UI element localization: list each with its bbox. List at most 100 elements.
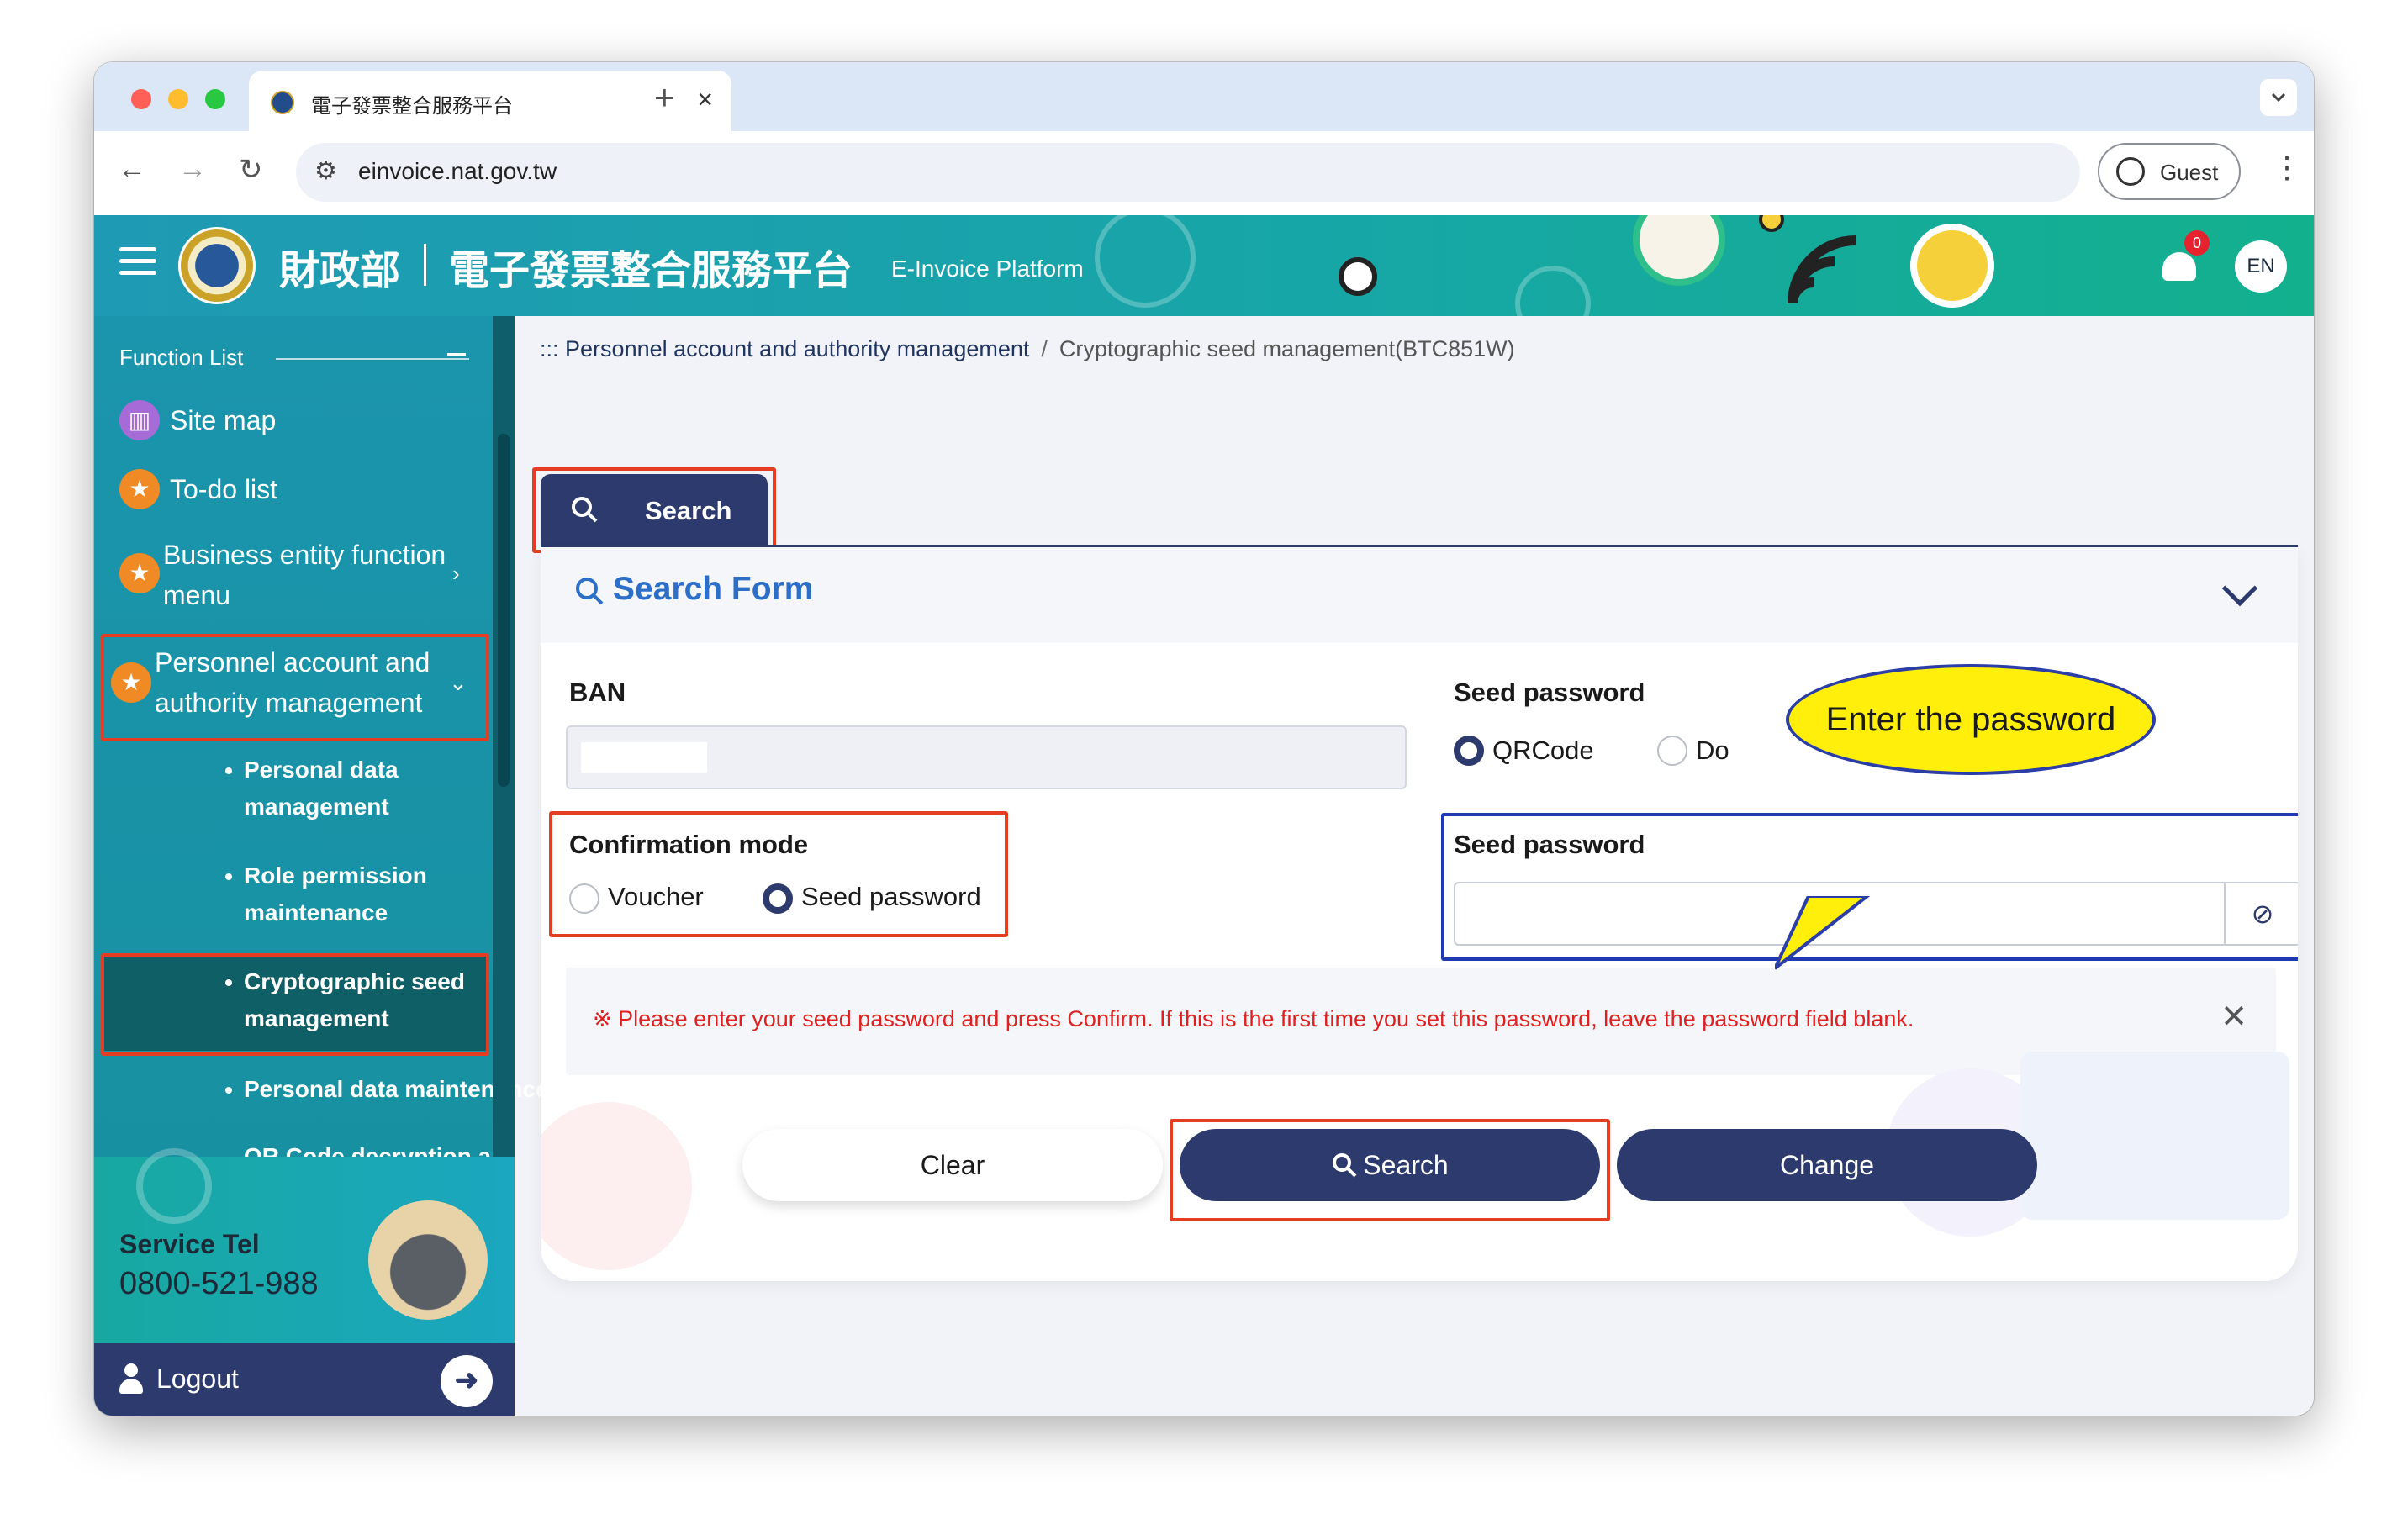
star-icon: ★	[119, 469, 160, 509]
wifi-decoration-icon	[1788, 235, 1856, 304]
sidebar: Function List ▥ Site map ★ To-do list ★ …	[94, 316, 549, 1416]
close-window-button[interactable]	[131, 89, 151, 109]
tab-search-dropdown[interactable]	[2260, 79, 2297, 116]
ministry-title: 財政部	[279, 249, 401, 293]
sidebar-item-label: Business entity function menu	[163, 540, 446, 610]
sidebar-subitem-qrcode[interactable]: QR Code decryption and	[244, 1138, 496, 1157]
service-tel-panel: Service Tel 0800-521-988	[94, 1148, 515, 1343]
highlight-box	[101, 634, 489, 741]
coin-decoration-icon	[1339, 257, 1377, 296]
sidebar-item-business-entity[interactable]: ★ Business entity function menu ›	[119, 535, 473, 615]
breadcrumb-prefix: :::	[540, 336, 559, 361]
highlight-box	[549, 811, 1008, 937]
ban-input[interactable]	[566, 725, 1407, 789]
sidebar-item-site-map[interactable]: ▥ Site map	[119, 400, 473, 440]
form-title: Search Form	[613, 571, 814, 607]
badge-decoration-icon	[1633, 215, 1725, 286]
close-icon[interactable]: ✕	[2221, 998, 2247, 1036]
clear-label: Clear	[920, 1150, 985, 1180]
sidebar-subitem-personal-data-maintenance[interactable]: Personal data maintenance	[225, 1071, 549, 1108]
subitem-label: QR Code decryption and	[244, 1143, 496, 1157]
highlight-box	[532, 467, 776, 553]
change-label: Change	[1779, 1150, 1875, 1180]
callout-text: Enter the password	[1825, 701, 2116, 738]
subitem-label: Personal data management	[244, 757, 399, 820]
sidebar-item-label: To-do list	[170, 474, 278, 504]
notice-banner: ※ Please enter your seed password and pr…	[566, 968, 2276, 1075]
other-seed-radio-label: Do	[1696, 736, 1729, 765]
header-decoration	[1515, 266, 1591, 316]
chevron-down-icon	[2271, 92, 2286, 103]
profile-label: Guest	[2160, 160, 2219, 185]
user-circle-icon	[2116, 157, 2145, 186]
user-icon	[119, 1363, 143, 1394]
site-header: 財政部 電子發票整合服務平台 E-Invoice Platform 0 EN	[94, 215, 2314, 316]
form-header[interactable]: Search Form	[541, 547, 2298, 643]
logout-label: Logout	[156, 1363, 239, 1394]
logout-button[interactable]: Logout ➜	[94, 1343, 515, 1416]
collapse-icon[interactable]	[447, 353, 466, 356]
close-tab-icon[interactable]: ×	[697, 84, 713, 115]
notification-badge: 0	[2184, 230, 2210, 256]
highlight-box	[101, 953, 489, 1056]
service-tel-label: Service Tel	[119, 1229, 260, 1259]
new-tab-button[interactable]: +	[654, 77, 675, 118]
search-form-card: Search Form BAN Seed password QRCode Do …	[541, 547, 2298, 1281]
more-menu-icon[interactable]: ⋮	[2272, 150, 2302, 185]
star-icon: ★	[119, 553, 160, 593]
change-button[interactable]: Change	[1617, 1129, 2037, 1201]
sidebar-item-todo[interactable]: ★ To-do list	[119, 469, 473, 509]
breadcrumb: ::: Personnel account and authority mana…	[540, 336, 1515, 362]
minimize-window-button[interactable]	[168, 89, 188, 109]
hamburger-menu-icon[interactable]	[119, 247, 156, 276]
clear-button[interactable]: Clear	[742, 1129, 1163, 1201]
language-toggle-button[interactable]: EN	[2235, 240, 2287, 293]
tab-strip: 電子發票整合服務平台 × +	[94, 62, 2314, 131]
function-list-label: Function List	[119, 345, 244, 370]
illustration-decoration	[2020, 1052, 2289, 1220]
sidebar-subitem-personal-data[interactable]: Personal data management	[225, 752, 479, 825]
address-bar-row: ← → ↻ ⚙ einvoice.nat.gov.tw Guest ⋮	[94, 131, 2314, 215]
seed-password-label: Seed password	[1454, 678, 1645, 707]
chevron-down-icon[interactable]	[2221, 570, 2258, 607]
mascot-bear-image	[368, 1200, 488, 1320]
reload-icon[interactable]: ↻	[239, 153, 263, 187]
subitem-label: Role permission maintenance	[244, 862, 427, 926]
callout-bubble: Enter the password	[1786, 664, 2156, 775]
other-seed-radio[interactable]	[1657, 736, 1687, 766]
breadcrumb-parent-link[interactable]: Personnel account and authority manageme…	[565, 336, 1029, 361]
profile-button[interactable]: Guest	[2098, 143, 2241, 200]
map-icon: ▥	[119, 400, 160, 440]
sidebar-scrollbar[interactable]	[493, 316, 515, 1157]
notice-text: ※ Please enter your seed password and pr…	[593, 1006, 1914, 1031]
web-page: 財政部 電子發票整合服務平台 E-Invoice Platform 0 EN F…	[94, 215, 2314, 1416]
coin-decoration-icon	[1910, 224, 1994, 308]
sidebar-subitem-role-permission[interactable]: Role permission maintenance	[225, 857, 479, 931]
service-tel-number: 0800-521-988	[119, 1266, 319, 1301]
breadcrumb-separator: /	[1041, 336, 1048, 361]
browser-window: 電子發票整合服務平台 × + ← → ↻ ⚙ einvoice.nat.gov.…	[94, 62, 2314, 1416]
panel-decoration	[136, 1148, 212, 1224]
title-divider	[424, 244, 426, 286]
mof-emblem-logo	[178, 227, 256, 304]
sidebar-item-label: Site map	[170, 405, 277, 435]
header-decoration	[1095, 215, 1196, 308]
forward-arrow-icon[interactable]: →	[178, 153, 207, 186]
site-settings-icon[interactable]: ⚙	[314, 156, 337, 186]
chevron-right-icon: ›	[452, 561, 460, 586]
background-decoration	[541, 1102, 692, 1270]
highlight-box	[1170, 1119, 1610, 1221]
url-bar[interactable]: ⚙ einvoice.nat.gov.tw	[296, 143, 2080, 202]
logout-arrow-icon[interactable]: ➜	[441, 1355, 493, 1407]
site-favicon-icon	[271, 91, 294, 114]
search-icon	[576, 578, 604, 605]
back-arrow-icon[interactable]: ←	[118, 153, 146, 186]
divider	[276, 358, 469, 360]
url-text[interactable]: einvoice.nat.gov.tw	[358, 158, 557, 185]
qrcode-radio[interactable]	[1454, 736, 1484, 766]
platform-title: 電子發票整合服務平台	[449, 249, 853, 293]
breadcrumb-current: Cryptographic seed management(BTC851W)	[1059, 336, 1515, 361]
qrcode-radio-label: QRCode	[1492, 736, 1594, 765]
platform-title-en: E-Invoice Platform	[891, 256, 1084, 282]
maximize-window-button[interactable]	[205, 89, 225, 109]
